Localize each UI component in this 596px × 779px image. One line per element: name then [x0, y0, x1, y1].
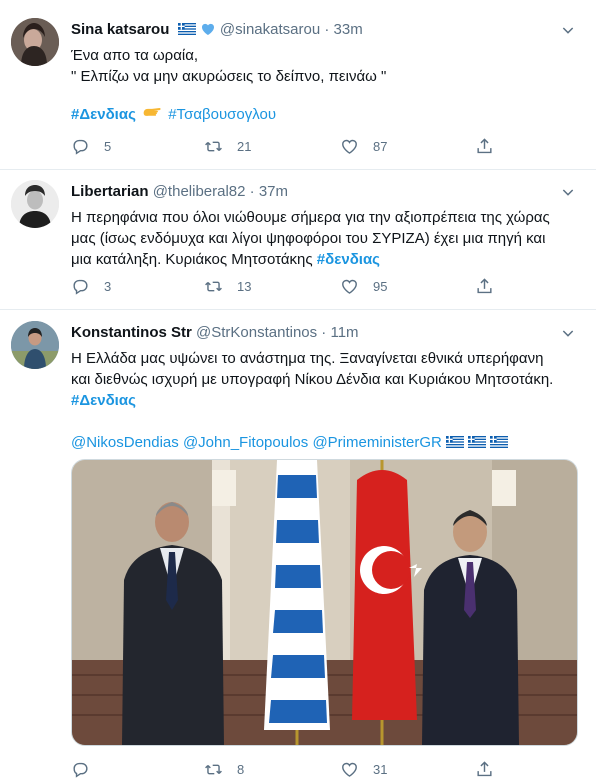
timestamp[interactable]: 11m [330, 324, 358, 341]
retweet-count: 13 [237, 278, 252, 294]
retweet-button[interactable]: 8 [204, 759, 244, 779]
like-icon [340, 137, 359, 156]
tweet-text: Η περηφάνια που όλοι νιώθουμε σήμερα για… [71, 207, 576, 270]
text-line: Ένα απο τα ωραία, [71, 47, 199, 64]
text-line: και διεθνώς ισχυρή με υπογραφή Νίκου Δέν… [71, 371, 554, 388]
retweet-button[interactable]: 13 [204, 276, 251, 296]
separator: · [320, 21, 334, 38]
text-line: μας (ίσως ενδόμυχα και λίγοι ψηφοφόροι τ… [71, 230, 546, 247]
like-count: 87 [373, 138, 388, 154]
tweet-photo[interactable] [71, 459, 578, 746]
greek-flag-icon [468, 436, 486, 448]
tweet-1[interactable]: Sina katsarou @sinakatsarou · 33m Ένα απ… [0, 0, 596, 170]
hashtag[interactable]: #Δενδιας [71, 106, 136, 123]
separator: · [245, 183, 259, 200]
blue-heart-icon [201, 23, 214, 35]
reply-icon [71, 760, 90, 779]
more-caret-icon[interactable] [560, 22, 576, 38]
share-icon [475, 760, 494, 779]
greek-flag-icon [178, 23, 196, 35]
tweet-text: Η Ελλάδα μας υψώνει το ανάστημα της. Ξαν… [71, 348, 576, 453]
share-icon [475, 277, 494, 296]
retweet-count: 8 [237, 761, 245, 777]
action-bar: 3 13 95 [71, 276, 531, 296]
like-count: 95 [373, 278, 388, 294]
action-bar: 5 21 87 [71, 136, 531, 156]
hashtag[interactable]: #Δενδιας [71, 392, 136, 409]
reply-button[interactable] [71, 759, 104, 779]
display-name[interactable]: Konstantinos Str [71, 324, 192, 341]
tweet-3[interactable]: Konstantinos Str @StrKonstantinos · 11m … [0, 310, 596, 777]
timestamp[interactable]: 33m [334, 21, 363, 38]
retweet-icon [204, 277, 223, 296]
handle[interactable]: @theliberal82 [153, 183, 246, 200]
tweet-text: Ένα απο τα ωραία, " Ελπίζω να μην ακυρώσ… [71, 45, 576, 125]
share-button[interactable] [475, 276, 508, 296]
retweet-icon [204, 760, 223, 779]
action-bar: 8 31 [71, 759, 531, 779]
like-button[interactable]: 31 [340, 759, 387, 779]
text-line: μια κατάληξη. Κυριάκος Μητσοτάκης [71, 251, 313, 268]
photo-illustration [72, 460, 577, 745]
retweet-count: 21 [237, 138, 252, 154]
hashtag[interactable]: #δενδιας [317, 251, 380, 268]
tweet-header: Sina katsarou @sinakatsarou · 33m [71, 21, 363, 38]
hashtag[interactable]: #Τσαβουσογλου [168, 106, 276, 123]
text-line: Η Ελλάδα μας υψώνει το ανάστημα της. Ξαν… [71, 350, 544, 367]
like-button[interactable]: 95 [340, 276, 387, 296]
display-name[interactable]: Sina katsarou [71, 21, 169, 38]
greek-flag-icon [490, 436, 508, 448]
handle[interactable]: @sinakatsarou [220, 21, 320, 38]
greek-flag-icon [446, 436, 464, 448]
tweet-header: Libertarian @theliberal82 · 37m [71, 183, 288, 200]
mention[interactable]: @John_Fitopoulos [183, 434, 308, 451]
like-icon [340, 277, 359, 296]
share-button[interactable] [475, 136, 508, 156]
more-caret-icon[interactable] [560, 325, 576, 341]
reply-button[interactable]: 5 [71, 136, 111, 156]
tweet-header: Konstantinos Str @StrKonstantinos · 11m [71, 324, 359, 341]
like-button[interactable]: 87 [340, 136, 387, 156]
like-icon [340, 760, 359, 779]
share-icon [475, 137, 494, 156]
separator: · [317, 324, 331, 341]
tweet-2[interactable]: Libertarian @theliberal82 · 37m Η περηφά… [0, 170, 596, 310]
timestamp[interactable]: 37m [259, 183, 288, 200]
mention[interactable]: @NikosDendias [71, 434, 179, 451]
like-count: 31 [373, 761, 388, 777]
retweet-button[interactable]: 21 [204, 136, 251, 156]
share-button[interactable] [475, 759, 508, 779]
reply-icon [71, 137, 90, 156]
avatar[interactable] [11, 321, 59, 369]
avatar[interactable] [11, 18, 59, 66]
reply-count: 3 [104, 278, 112, 294]
text-line: " Ελπίζω να μην ακυρώσεις το δείπνο, πει… [71, 68, 387, 85]
avatar[interactable] [11, 180, 59, 228]
reply-icon [71, 277, 90, 296]
reply-button[interactable]: 3 [71, 276, 111, 296]
text-line: Η περηφάνια που όλοι νιώθουμε σήμερα για… [71, 209, 550, 226]
display-name[interactable]: Libertarian [71, 183, 149, 200]
pointing-hand-icon [143, 108, 161, 116]
handle[interactable]: @StrKonstantinos [196, 324, 317, 341]
retweet-icon [204, 137, 223, 156]
reply-count: 5 [104, 138, 112, 154]
mention[interactable]: @PrimeministerGR [312, 434, 441, 451]
more-caret-icon[interactable] [560, 184, 576, 200]
